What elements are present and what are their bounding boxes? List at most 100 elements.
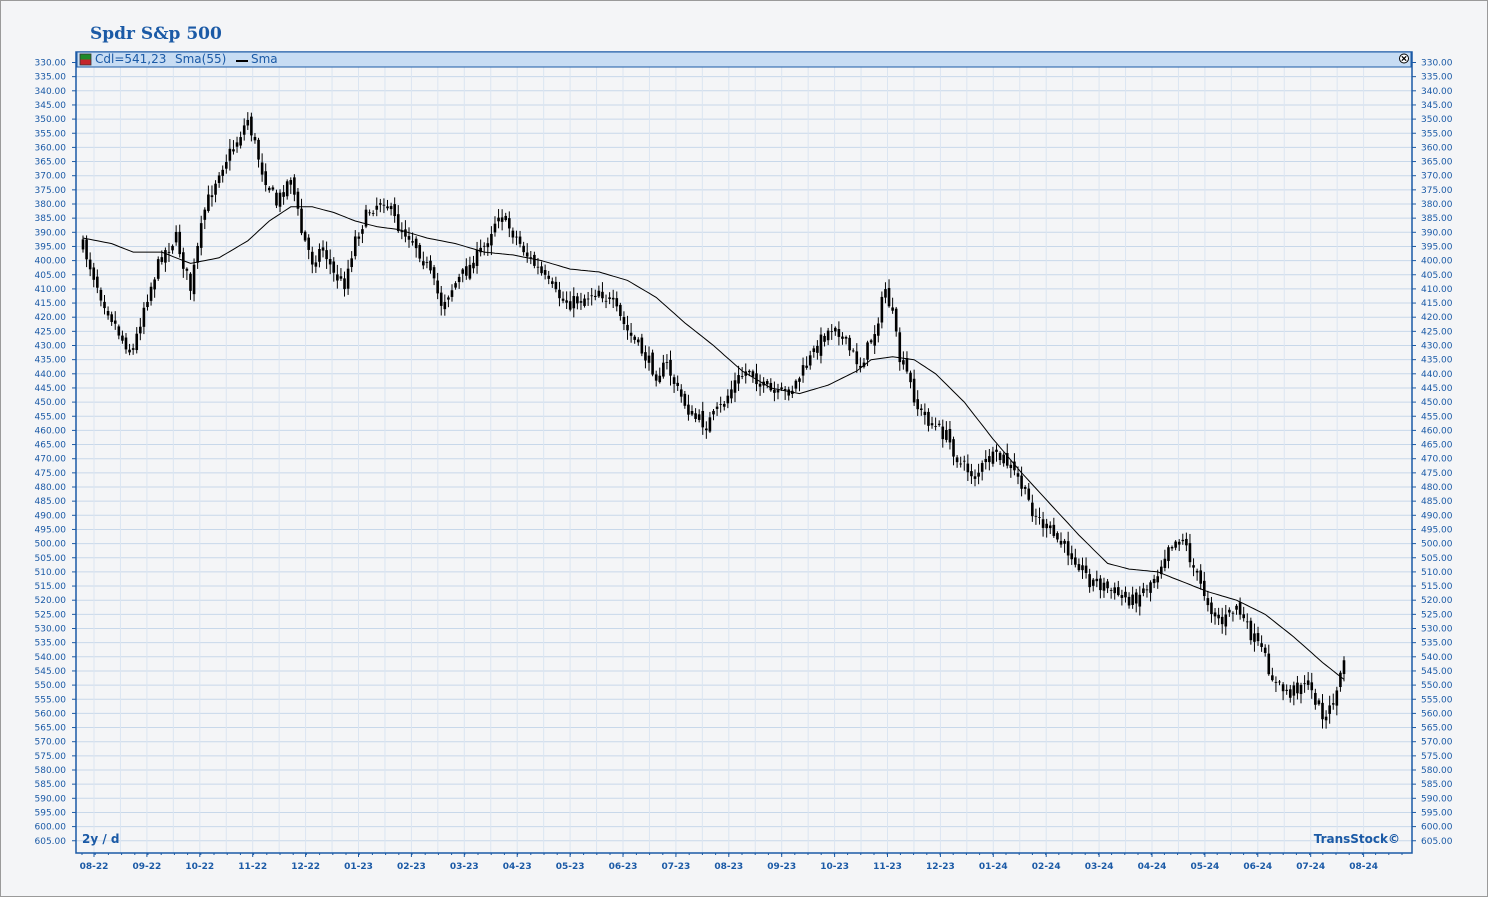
candle-body	[848, 337, 851, 351]
candle-body	[1074, 557, 1077, 565]
candle-body	[1084, 565, 1088, 573]
candle-body	[1342, 660, 1346, 675]
candle-body	[533, 254, 536, 266]
y-tick-label: 435.00	[35, 356, 67, 366]
candle-body	[375, 205, 379, 210]
candle-body	[1034, 515, 1038, 517]
x-tick-label: 06-24	[1243, 862, 1272, 872]
candle-body	[844, 336, 848, 339]
candle-body	[909, 372, 912, 383]
candle-body	[1088, 574, 1091, 588]
y-tick-label: 380.00	[1421, 200, 1453, 210]
x-tick-label: 10-22	[185, 862, 214, 872]
candle-body	[547, 275, 551, 279]
legend-bar[interactable]: Cdl=541,23 Sma(55) Sma	[76, 51, 1412, 68]
candle-body	[368, 212, 371, 214]
candle-body	[135, 333, 139, 351]
candle-body	[941, 426, 945, 440]
candle-body	[525, 252, 529, 257]
candle-body	[826, 330, 830, 341]
candle-body	[719, 404, 722, 405]
candle-body	[962, 460, 966, 462]
candle-body	[565, 300, 568, 303]
candle-body	[952, 439, 955, 457]
y-tick-label: 580.00	[35, 766, 67, 776]
candle-body	[289, 180, 293, 185]
candle-body	[203, 209, 207, 220]
candle-body	[425, 261, 429, 263]
candle-body	[1149, 582, 1152, 593]
candle-body	[758, 383, 762, 387]
y-tick-label: 535.00	[35, 639, 67, 649]
candle-body	[937, 423, 941, 425]
y-tick-label: 485.00	[35, 497, 67, 507]
y-tick-label: 535.00	[1421, 639, 1453, 649]
y-tick-label: 385.00	[35, 214, 67, 224]
candle-body	[751, 371, 755, 377]
candle-body	[991, 451, 995, 464]
candle-body	[1177, 541, 1181, 545]
candle-body	[1206, 598, 1210, 606]
candlestick-chart[interactable]: 330.00 335.00 340.00 345.00 350.00 355.00 360.…	[0, 0, 1488, 897]
candle-body	[1271, 675, 1274, 681]
candle-body	[128, 349, 131, 353]
candle-body	[536, 266, 540, 268]
y-tick-label: 570.00	[35, 738, 67, 748]
candle-body	[85, 239, 88, 260]
candle-body	[780, 387, 783, 390]
x-tick-label: 09-23	[767, 862, 796, 872]
candle-body	[160, 257, 164, 262]
candle-body	[934, 426, 937, 427]
x-tick-label: 04-23	[503, 862, 532, 872]
candle-body	[690, 410, 694, 415]
y-tick-label: 390.00	[1421, 228, 1453, 238]
candle-body	[336, 274, 339, 281]
candle-body	[486, 243, 490, 248]
x-tick-label: 10-23	[820, 862, 849, 872]
candle-body	[275, 192, 278, 206]
candle-body	[314, 262, 318, 267]
candle-body	[217, 175, 221, 183]
candle-body	[253, 136, 257, 141]
candle-body	[257, 139, 260, 160]
candle-body	[590, 295, 593, 297]
candle-body	[1299, 684, 1303, 695]
candle-body	[970, 471, 973, 477]
candle-body	[1231, 612, 1235, 614]
close-icon[interactable]	[1399, 53, 1409, 64]
y-tick-label: 415.00	[35, 299, 67, 309]
candle-body	[812, 348, 816, 353]
candle-body	[500, 217, 504, 222]
candle-body	[568, 301, 572, 310]
y-tick-label: 495.00	[35, 525, 67, 535]
candle-body	[246, 119, 250, 126]
candle-body	[730, 389, 733, 399]
candle-body	[1263, 647, 1267, 653]
candle-body	[722, 403, 726, 407]
candle-body	[436, 280, 439, 294]
candle-body	[1041, 519, 1045, 528]
candle-body	[572, 296, 576, 309]
candles	[81, 112, 1346, 729]
candle-body	[1238, 602, 1242, 615]
x-tick-label: 11-23	[873, 862, 902, 872]
date-axis: 08-22 09-22 10-22 11-22 12-22 01-23 02-23 03-23…	[80, 853, 1403, 872]
candle-body	[214, 183, 217, 195]
y-tick-label: 425.00	[35, 327, 67, 337]
candle-body	[422, 261, 425, 266]
candle-body	[665, 362, 669, 363]
candle-body	[185, 268, 189, 271]
y-tick-label: 575.00	[1421, 752, 1453, 762]
candle-body	[662, 362, 665, 377]
candle-body	[1314, 692, 1317, 705]
candle-body	[540, 266, 543, 274]
candle-body	[264, 171, 268, 186]
candle-body	[350, 258, 353, 268]
x-tick-label: 02-24	[1032, 862, 1061, 872]
y-tick-label: 490.00	[1421, 511, 1453, 521]
candle-body	[1331, 703, 1335, 705]
candle-body	[1081, 565, 1084, 571]
candle-body	[414, 238, 418, 249]
y-tick-label: 555.00	[35, 695, 67, 705]
candle-body	[242, 125, 246, 135]
